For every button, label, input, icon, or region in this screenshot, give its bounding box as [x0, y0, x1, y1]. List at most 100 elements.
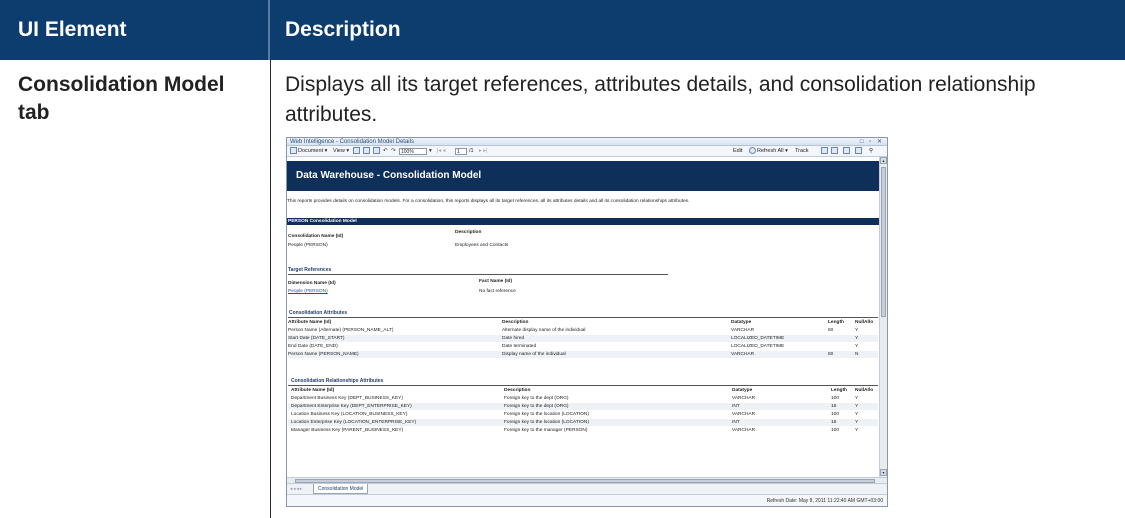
undo-icon[interactable]: ↶ [383, 147, 388, 156]
relationship-row-cell: VARCHAR [732, 428, 756, 433]
table-header: UI Element Description [0, 0, 1125, 60]
report-title: Data Warehouse - Consolidation Model [287, 161, 879, 191]
filter-icon[interactable] [831, 147, 839, 156]
page-count: /1 [469, 148, 474, 154]
search-icon[interactable]: ⚲ [869, 147, 873, 156]
vertical-scrollbar[interactable]: ▴ ▾ [879, 157, 887, 477]
outline-icon[interactable] [843, 147, 851, 156]
relationship-row-cell: Foreign key to the location (LOCATION) [504, 412, 589, 417]
model-name-header: Consolidation Name (Id) [288, 234, 344, 239]
element-name: Consolidation Model tab [18, 73, 225, 124]
relationship-row-cell: Location Enterprise Key (LOCATION_ENTERP… [291, 420, 417, 425]
find-icon[interactable] [373, 147, 381, 156]
report-toolbar: Document ▾ View ▾ ↶ ↷ 100% ▾ |◂ ◂ 1 /1 ▸… [287, 146, 887, 157]
element-description: Displays all its target references, attr… [285, 73, 1036, 126]
relationships-col-header: Attribute Name (Id) [291, 388, 335, 393]
scroll-up-icon[interactable]: ▴ [880, 157, 887, 164]
print-icon[interactable] [363, 147, 371, 156]
attribute-row [288, 343, 878, 350]
relationship-row-cell: 100 [831, 396, 840, 401]
attribute-row-cell: Display name of the individual [502, 352, 566, 357]
relationship-row-cell: 100 [831, 428, 840, 433]
target-references-title: Target References [288, 267, 332, 273]
view-menu[interactable]: View ▾ [333, 147, 349, 156]
attribute-row-cell: Y [855, 344, 859, 349]
relationships-col-header: Length [831, 388, 847, 393]
refresh-date: Refresh Date: May 8, 2011 11:22:40 AM GM… [766, 498, 883, 504]
relationship-row-cell: VARCHAR [732, 396, 756, 401]
relationship-row-cell: Foreign key to the dept (ORG) [504, 404, 569, 409]
zoom-dropdown-icon[interactable]: ▾ [429, 147, 432, 156]
fact-name-header: Fact Name (Id) [479, 279, 513, 284]
drill-icon[interactable] [821, 147, 829, 156]
relationship-row-cell: Location Business Key (LOCATION_BUSINESS… [291, 412, 408, 417]
model-name: People (PERSON) [288, 243, 328, 248]
relationship-row-cell: Y [855, 428, 859, 433]
attributes-col-header: Datatype [731, 320, 752, 325]
relationship-row-cell: 16 [831, 420, 837, 425]
relationships-rule [288, 385, 878, 386]
relationships-attributes-title: Consolidation Relationships Attributes [291, 378, 384, 384]
relationship-row-cell: Y [855, 412, 859, 417]
refresh-all-button[interactable]: Refresh All ▾ [749, 147, 788, 156]
relationship-row-cell: INT [732, 420, 740, 425]
relationship-row-cell: Foreign key to the manager (PERSON) [504, 428, 588, 433]
tab-consolidation-model[interactable]: Consolidation Model [313, 484, 369, 494]
relationship-row-cell: 100 [831, 412, 840, 417]
dimension-link[interactable]: People (PERSON) [288, 289, 328, 294]
model-section-bar: PERSON Consolidation Model [287, 218, 879, 225]
report-canvas: Data Warehouse - Consolidation Model Thi… [287, 157, 879, 477]
attribute-row [288, 335, 878, 342]
attribute-row-cell: N [855, 352, 859, 357]
track-button[interactable]: Track [795, 147, 809, 156]
attribute-row-cell: LOCALIZED_DATETIME [731, 336, 785, 341]
attribute-row-cell: Start Date (DATE_START) [288, 336, 345, 341]
document-icon [290, 147, 297, 155]
ui-element-table: UI Element Description Consolidation Mod… [0, 0, 1125, 518]
attributes-col-header: Length [828, 320, 844, 325]
status-bar: Refresh Date: May 8, 2011 11:22:40 AM GM… [287, 494, 887, 506]
attribute-row-cell: Date hired [502, 336, 525, 341]
relationship-row-cell: Y [855, 420, 859, 425]
refresh-icon [749, 147, 756, 155]
relationship-row-cell: Department Enterprise Key (DEPT_ENTERPRI… [291, 404, 412, 409]
page-input[interactable]: 1 [455, 148, 467, 155]
redo-icon[interactable]: ↷ [391, 147, 396, 156]
tab-navigation-icons[interactable]: ◂◂◂▸ [290, 486, 303, 492]
attribute-row-cell: Y [855, 336, 859, 341]
window-controls[interactable]: □ ▫ ✕ [860, 138, 884, 146]
report-intro: This reports provides details on consoli… [287, 199, 690, 204]
dimension-name-header: Dimension Name (Id) [288, 281, 336, 286]
relationship-row-cell: Department Business Key (DEPT_BUSINESS_K… [291, 396, 403, 401]
attribute-row-cell: Person Name (PERSON_NAME) [288, 352, 359, 357]
navigation-map-icon[interactable] [855, 147, 863, 156]
window-title-bar: Web Intelligence - Consolidation Model D… [287, 138, 887, 146]
attribute-row-cell: Person Name (Alternate) (PERSON_NAME_ALT… [288, 328, 394, 333]
relationship-row-cell: 16 [831, 404, 837, 409]
attributes-col-header: Description [502, 320, 529, 325]
first-page-icon[interactable]: |◂ ◂ [437, 147, 445, 156]
relationship-row-cell: Y [855, 404, 859, 409]
consolidation-attributes-title: Consolidation Attributes [289, 310, 348, 316]
scroll-down-icon[interactable]: ▾ [880, 469, 887, 476]
attribute-row-cell: LOCALIZED_DATETIME [731, 344, 785, 349]
attribute-row-cell: Alternate display name of the individual [502, 328, 586, 333]
attribute-row-cell: VARCHAR [731, 352, 755, 357]
document-menu[interactable]: Document ▾ [290, 147, 327, 156]
zoom-input[interactable]: 100% [399, 148, 427, 155]
attribute-row-cell: Date terminated [502, 344, 537, 349]
header-description: Description [285, 18, 401, 41]
edit-button[interactable]: Edit [733, 147, 742, 156]
scroll-thumb[interactable] [881, 167, 886, 317]
save-icon[interactable] [353, 147, 361, 156]
attribute-row-cell: VARCHAR [731, 328, 755, 333]
relationship-row-cell: Foreign key to the location (LOCATION) [504, 420, 589, 425]
attribute-row-cell: 60 [828, 352, 834, 357]
relationships-col-header: Description [504, 388, 531, 393]
header-divider [268, 0, 270, 60]
attributes-col-header: Attribute Name (Id) [288, 320, 332, 325]
target-references-rule [288, 274, 668, 275]
attribute-row-cell: Y [855, 328, 859, 333]
next-page-icon[interactable]: ▸ ▸| [479, 147, 487, 156]
attributes-rule [288, 317, 878, 318]
